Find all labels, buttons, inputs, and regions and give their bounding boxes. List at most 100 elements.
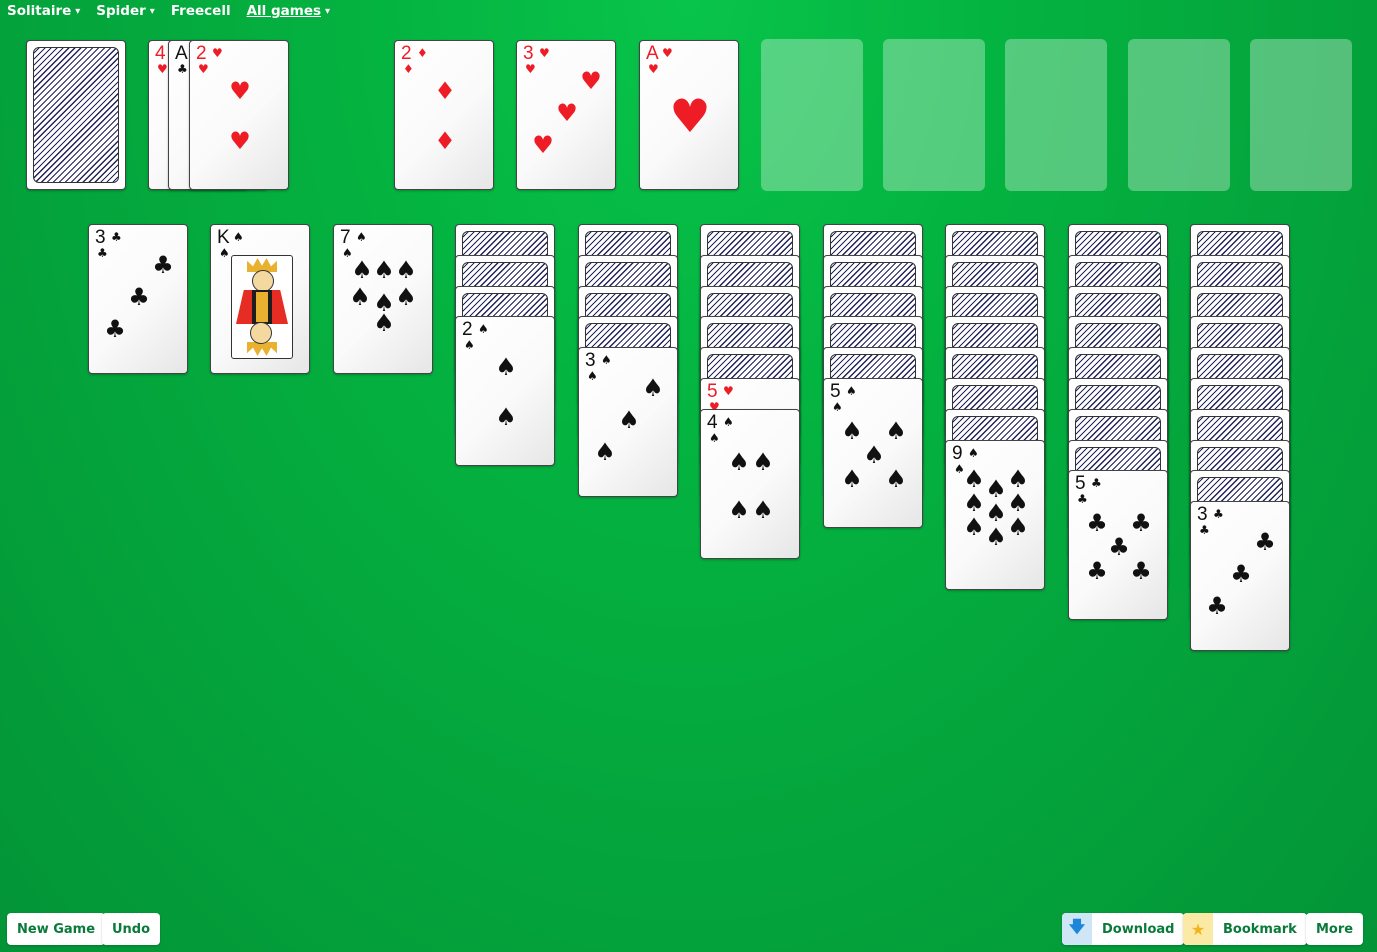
card-suit-icon: ♥ bbox=[539, 46, 550, 60]
card-suit-icon: ♣ bbox=[1077, 492, 1088, 507]
empty-foundation-slot[interactable] bbox=[1005, 39, 1107, 191]
more-button[interactable]: More bbox=[1306, 913, 1364, 945]
card-3-of-spades[interactable]: 3 ♠ ♠ ♠ ♠ ♠ bbox=[578, 347, 678, 498]
card-suit-icon: ♥ bbox=[662, 46, 673, 60]
card-rank: 3 bbox=[1197, 504, 1208, 526]
card-suit-icon: ♠ bbox=[464, 338, 475, 353]
card-pip-icon: ♥ bbox=[669, 89, 711, 143]
card-pip-icon: ♦ bbox=[434, 127, 456, 155]
card-suit-icon: ♠ bbox=[219, 246, 230, 260]
undo-button[interactable]: Undo bbox=[102, 913, 161, 945]
card-pip-icon: ♠ bbox=[395, 256, 417, 284]
nav-spider[interactable]: Spider ▾ bbox=[96, 3, 155, 19]
card-2-of-hearts[interactable]: 2 ♥ ♥ ♥ ♥ bbox=[189, 40, 289, 190]
card-pip-icon: ♠ bbox=[618, 406, 640, 435]
card-3-of-clubs[interactable]: 3 ♣ ♣ ♣ ♣ ♣ bbox=[1190, 501, 1290, 652]
card-pip-icon: ♣ bbox=[1130, 509, 1152, 538]
card-rank: 9 bbox=[952, 442, 963, 464]
card-pip-icon: ♠ bbox=[841, 417, 863, 445]
card-2-of-diamonds[interactable]: 2 ♦ ♦ ♦ ♦ bbox=[394, 40, 494, 190]
card-pip-icon: ♠ bbox=[395, 283, 417, 311]
card-suit-icon: ♥ bbox=[648, 62, 659, 76]
chevron-down-icon: ▾ bbox=[149, 5, 155, 17]
stock-pile[interactable] bbox=[26, 40, 126, 190]
card-rank: A bbox=[175, 43, 188, 64]
bookmark-button[interactable]: ★ Bookmark bbox=[1183, 913, 1307, 945]
card-rank: A bbox=[646, 43, 659, 64]
card-suit-icon: ♠ bbox=[723, 414, 734, 429]
card-suit-icon: ♣ bbox=[111, 230, 122, 244]
card-suit-icon: ♦ bbox=[403, 62, 414, 76]
card-suit-icon: ♠ bbox=[968, 445, 979, 460]
card-pip-icon: ♣ bbox=[1230, 560, 1252, 589]
card-5-of-clubs[interactable]: 5 ♣ ♣ ♣ ♣ ♣ ♣ ♣ bbox=[1068, 470, 1168, 621]
card-3-of-hearts[interactable]: 3 ♥ ♥ ♥ ♥ ♥ bbox=[516, 40, 616, 190]
card-pip-icon: ♠ bbox=[373, 309, 395, 337]
card-pip-icon: ♣ bbox=[1086, 509, 1108, 538]
card-pip-icon: ♠ bbox=[594, 438, 616, 467]
nav-all-games[interactable]: All games ▾ bbox=[247, 3, 330, 19]
card-suit-icon: ♠ bbox=[233, 230, 244, 244]
king-face-image bbox=[231, 255, 293, 359]
card-pip-icon: ♠ bbox=[351, 256, 373, 284]
card-7-of-spades[interactable]: 7 ♠ ♠ ♠ ♠ ♠ ♠ ♠ ♠ ♠ bbox=[333, 224, 433, 374]
card-suit-icon: ♠ bbox=[587, 369, 598, 384]
card-suit-icon: ♥ bbox=[525, 62, 536, 76]
card-5-of-spades[interactable]: 5 ♠ ♠ ♠ ♠ ♠ ♠ ♠ bbox=[823, 378, 923, 528]
card-pip-icon: ♣ bbox=[1086, 557, 1108, 586]
card-suit-icon: ♠ bbox=[832, 400, 843, 414]
card-pip-icon: ♠ bbox=[728, 495, 750, 524]
card-pip-icon: ♠ bbox=[495, 353, 517, 382]
empty-foundation-slot[interactable] bbox=[761, 39, 863, 191]
card-rank: 3 bbox=[95, 227, 106, 248]
card-A-of-hearts[interactable]: A ♥ ♥ ♥ bbox=[639, 40, 739, 190]
card-pip-icon: ♣ bbox=[1108, 533, 1130, 562]
card-pip-icon: ♦ bbox=[434, 77, 456, 105]
card-pip-icon: ♠ bbox=[349, 283, 371, 311]
card-K-of-spades[interactable]: K ♠ ♠ bbox=[210, 224, 310, 374]
card-pip-icon: ♠ bbox=[985, 498, 1007, 527]
card-pip-icon: ♣ bbox=[1254, 528, 1276, 557]
card-suit-icon: ♥ bbox=[157, 62, 168, 76]
card-pip-icon: ♠ bbox=[885, 417, 907, 445]
card-suit-icon: ♣ bbox=[1199, 523, 1210, 538]
card-pip-icon: ♥ bbox=[556, 99, 578, 127]
card-2-of-spades[interactable]: 2 ♠ ♠ ♠ ♠ bbox=[455, 316, 555, 467]
card-pip-icon: ♠ bbox=[963, 488, 985, 517]
card-suit-icon: ♠ bbox=[846, 384, 857, 398]
card-3-of-clubs[interactable]: 3 ♣ ♣ ♣ ♣ ♣ bbox=[88, 224, 188, 374]
card-pip-icon: ♠ bbox=[841, 465, 863, 493]
chevron-down-icon: ▾ bbox=[325, 5, 331, 17]
empty-foundation-slot[interactable] bbox=[1128, 39, 1230, 191]
card-9-of-spades[interactable]: 9 ♠ ♠ ♠ ♠ ♠ ♠ ♠ ♠ ♠ ♠ ♠ bbox=[945, 439, 1045, 590]
card-4-of-spades[interactable]: 4 ♠ ♠ ♠ ♠ ♠ ♠ bbox=[700, 408, 800, 559]
card-pip-icon: ♠ bbox=[642, 374, 664, 403]
card-pip-icon: ♠ bbox=[728, 447, 750, 476]
card-suit-icon: ♥ bbox=[723, 384, 734, 398]
card-suit-icon: ♥ bbox=[198, 62, 209, 76]
card-pip-icon: ♠ bbox=[985, 522, 1007, 551]
card-suit-icon: ♦ bbox=[417, 46, 428, 60]
download-arrow-icon: 🡇 bbox=[1062, 913, 1092, 945]
nav-solitaire[interactable]: Solitaire ▾ bbox=[7, 3, 80, 19]
card-rank: 3 bbox=[585, 350, 596, 372]
empty-foundation-slot[interactable] bbox=[883, 39, 985, 191]
card-suit-icon: ♠ bbox=[601, 353, 612, 368]
card-pip-icon: ♠ bbox=[863, 441, 885, 469]
card-pip-icon: ♠ bbox=[885, 465, 907, 493]
card-rank: 5 bbox=[1075, 473, 1086, 495]
card-suit-icon: ♥ bbox=[212, 46, 223, 60]
card-suit-icon: ♠ bbox=[478, 322, 489, 337]
new-game-button[interactable]: New Game bbox=[7, 913, 106, 945]
card-pip-icon: ♣ bbox=[104, 315, 126, 343]
card-pip-icon: ♣ bbox=[128, 283, 150, 311]
download-button[interactable]: 🡇 Download bbox=[1062, 913, 1185, 945]
nav-freecell[interactable]: Freecell bbox=[171, 3, 231, 19]
card-rank: 3 bbox=[523, 43, 534, 64]
card-rank: 2 bbox=[462, 319, 473, 341]
empty-foundation-slot[interactable] bbox=[1250, 39, 1352, 191]
card-rank: 2 bbox=[196, 43, 207, 64]
card-pip-icon: ♥ bbox=[532, 131, 554, 159]
card-pip-icon: ♠ bbox=[752, 495, 774, 524]
card-rank: K bbox=[217, 227, 230, 248]
